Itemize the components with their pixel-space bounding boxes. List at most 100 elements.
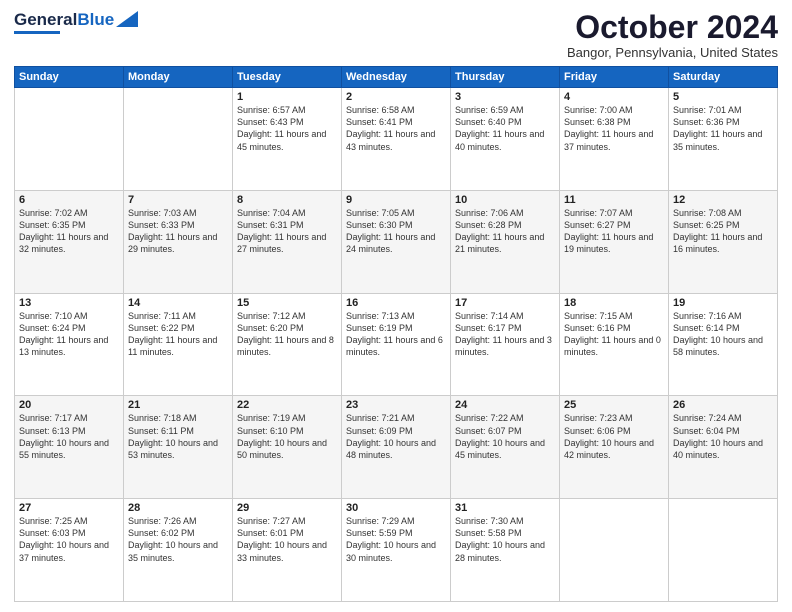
cell-day-number: 24 xyxy=(455,399,555,411)
cell-info: Sunrise: 7:14 AMSunset: 6:17 PMDaylight:… xyxy=(455,310,555,359)
cell-day-number: 17 xyxy=(455,297,555,309)
cell-day-number: 23 xyxy=(346,399,446,411)
cell-info: Sunrise: 7:30 AMSunset: 5:58 PMDaylight:… xyxy=(455,515,555,564)
col-saturday: Saturday xyxy=(669,67,778,88)
cell-day-number: 11 xyxy=(564,194,664,206)
calendar-cell-w1-d7: 5Sunrise: 7:01 AMSunset: 6:36 PMDaylight… xyxy=(669,88,778,191)
calendar-cell-w1-d5: 3Sunrise: 6:59 AMSunset: 6:40 PMDaylight… xyxy=(451,88,560,191)
calendar-cell-w2-d2: 7Sunrise: 7:03 AMSunset: 6:33 PMDaylight… xyxy=(124,190,233,293)
calendar-table: Sunday Monday Tuesday Wednesday Thursday… xyxy=(14,66,778,602)
cell-info: Sunrise: 7:26 AMSunset: 6:02 PMDaylight:… xyxy=(128,515,228,564)
calendar-cell-w1-d4: 2Sunrise: 6:58 AMSunset: 6:41 PMDaylight… xyxy=(342,88,451,191)
cell-day-number: 19 xyxy=(673,297,773,309)
calendar-cell-w4-d5: 24Sunrise: 7:22 AMSunset: 6:07 PMDayligh… xyxy=(451,396,560,499)
calendar-cell-w5-d2: 28Sunrise: 7:26 AMSunset: 6:02 PMDayligh… xyxy=(124,499,233,602)
cell-info: Sunrise: 6:59 AMSunset: 6:40 PMDaylight:… xyxy=(455,104,555,153)
col-friday: Friday xyxy=(560,67,669,88)
cell-day-number: 6 xyxy=(19,194,119,206)
month-title: October 2024 xyxy=(567,10,778,45)
header: General Blue October 2024 Bangor, Pennsy… xyxy=(14,10,778,60)
cell-day-number: 9 xyxy=(346,194,446,206)
calendar-cell-w3-d2: 14Sunrise: 7:11 AMSunset: 6:22 PMDayligh… xyxy=(124,293,233,396)
cell-info: Sunrise: 7:00 AMSunset: 6:38 PMDaylight:… xyxy=(564,104,664,153)
calendar-cell-w4-d4: 23Sunrise: 7:21 AMSunset: 6:09 PMDayligh… xyxy=(342,396,451,499)
calendar-cell-w2-d6: 11Sunrise: 7:07 AMSunset: 6:27 PMDayligh… xyxy=(560,190,669,293)
cell-info: Sunrise: 7:08 AMSunset: 6:25 PMDaylight:… xyxy=(673,207,773,256)
cell-day-number: 28 xyxy=(128,502,228,514)
cell-day-number: 25 xyxy=(564,399,664,411)
cell-day-number: 8 xyxy=(237,194,337,206)
logo-general: General xyxy=(14,10,77,30)
cell-day-number: 26 xyxy=(673,399,773,411)
calendar-cell-w5-d1: 27Sunrise: 7:25 AMSunset: 6:03 PMDayligh… xyxy=(15,499,124,602)
calendar-cell-w3-d4: 16Sunrise: 7:13 AMSunset: 6:19 PMDayligh… xyxy=(342,293,451,396)
calendar-cell-w5-d7 xyxy=(669,499,778,602)
cell-info: Sunrise: 7:19 AMSunset: 6:10 PMDaylight:… xyxy=(237,412,337,461)
cell-day-number: 2 xyxy=(346,91,446,103)
cell-day-number: 30 xyxy=(346,502,446,514)
cell-day-number: 18 xyxy=(564,297,664,309)
calendar-week-1: 1Sunrise: 6:57 AMSunset: 6:43 PMDaylight… xyxy=(15,88,778,191)
cell-info: Sunrise: 7:01 AMSunset: 6:36 PMDaylight:… xyxy=(673,104,773,153)
cell-info: Sunrise: 7:03 AMSunset: 6:33 PMDaylight:… xyxy=(128,207,228,256)
cell-day-number: 21 xyxy=(128,399,228,411)
calendar-cell-w2-d1: 6Sunrise: 7:02 AMSunset: 6:35 PMDaylight… xyxy=(15,190,124,293)
cell-day-number: 4 xyxy=(564,91,664,103)
calendar-cell-w1-d3: 1Sunrise: 6:57 AMSunset: 6:43 PMDaylight… xyxy=(233,88,342,191)
cell-info: Sunrise: 7:16 AMSunset: 6:14 PMDaylight:… xyxy=(673,310,773,359)
cell-info: Sunrise: 7:05 AMSunset: 6:30 PMDaylight:… xyxy=(346,207,446,256)
cell-info: Sunrise: 7:17 AMSunset: 6:13 PMDaylight:… xyxy=(19,412,119,461)
cell-day-number: 13 xyxy=(19,297,119,309)
calendar-cell-w2-d4: 9Sunrise: 7:05 AMSunset: 6:30 PMDaylight… xyxy=(342,190,451,293)
cell-day-number: 14 xyxy=(128,297,228,309)
cell-info: Sunrise: 7:04 AMSunset: 6:31 PMDaylight:… xyxy=(237,207,337,256)
col-wednesday: Wednesday xyxy=(342,67,451,88)
calendar-cell-w5-d6 xyxy=(560,499,669,602)
calendar-week-4: 20Sunrise: 7:17 AMSunset: 6:13 PMDayligh… xyxy=(15,396,778,499)
cell-info: Sunrise: 7:02 AMSunset: 6:35 PMDaylight:… xyxy=(19,207,119,256)
cell-info: Sunrise: 7:23 AMSunset: 6:06 PMDaylight:… xyxy=(564,412,664,461)
cell-info: Sunrise: 7:25 AMSunset: 6:03 PMDaylight:… xyxy=(19,515,119,564)
cell-day-number: 20 xyxy=(19,399,119,411)
col-thursday: Thursday xyxy=(451,67,560,88)
location: Bangor, Pennsylvania, United States xyxy=(567,45,778,60)
calendar-cell-w5-d5: 31Sunrise: 7:30 AMSunset: 5:58 PMDayligh… xyxy=(451,499,560,602)
calendar-week-5: 27Sunrise: 7:25 AMSunset: 6:03 PMDayligh… xyxy=(15,499,778,602)
logo-underline xyxy=(14,31,60,34)
calendar-week-3: 13Sunrise: 7:10 AMSunset: 6:24 PMDayligh… xyxy=(15,293,778,396)
cell-info: Sunrise: 6:57 AMSunset: 6:43 PMDaylight:… xyxy=(237,104,337,153)
calendar-cell-w3-d5: 17Sunrise: 7:14 AMSunset: 6:17 PMDayligh… xyxy=(451,293,560,396)
col-tuesday: Tuesday xyxy=(233,67,342,88)
calendar-cell-w3-d3: 15Sunrise: 7:12 AMSunset: 6:20 PMDayligh… xyxy=(233,293,342,396)
title-block: October 2024 Bangor, Pennsylvania, Unite… xyxy=(567,10,778,60)
calendar-cell-w4-d6: 25Sunrise: 7:23 AMSunset: 6:06 PMDayligh… xyxy=(560,396,669,499)
cell-day-number: 10 xyxy=(455,194,555,206)
col-monday: Monday xyxy=(124,67,233,88)
cell-day-number: 29 xyxy=(237,502,337,514)
cell-day-number: 15 xyxy=(237,297,337,309)
logo-icon xyxy=(116,11,138,27)
cell-info: Sunrise: 7:12 AMSunset: 6:20 PMDaylight:… xyxy=(237,310,337,359)
calendar-cell-w1-d1 xyxy=(15,88,124,191)
calendar-cell-w4-d7: 26Sunrise: 7:24 AMSunset: 6:04 PMDayligh… xyxy=(669,396,778,499)
logo-blue: Blue xyxy=(77,10,114,30)
cell-day-number: 3 xyxy=(455,91,555,103)
calendar-cell-w3-d1: 13Sunrise: 7:10 AMSunset: 6:24 PMDayligh… xyxy=(15,293,124,396)
cell-day-number: 31 xyxy=(455,502,555,514)
cell-info: Sunrise: 7:24 AMSunset: 6:04 PMDaylight:… xyxy=(673,412,773,461)
calendar-cell-w3-d7: 19Sunrise: 7:16 AMSunset: 6:14 PMDayligh… xyxy=(669,293,778,396)
cell-info: Sunrise: 7:21 AMSunset: 6:09 PMDaylight:… xyxy=(346,412,446,461)
cell-info: Sunrise: 7:29 AMSunset: 5:59 PMDaylight:… xyxy=(346,515,446,564)
calendar-cell-w1-d6: 4Sunrise: 7:00 AMSunset: 6:38 PMDaylight… xyxy=(560,88,669,191)
calendar-cell-w1-d2 xyxy=(124,88,233,191)
calendar-cell-w3-d6: 18Sunrise: 7:15 AMSunset: 6:16 PMDayligh… xyxy=(560,293,669,396)
calendar-cell-w4-d3: 22Sunrise: 7:19 AMSunset: 6:10 PMDayligh… xyxy=(233,396,342,499)
cell-day-number: 27 xyxy=(19,502,119,514)
calendar-cell-w5-d4: 30Sunrise: 7:29 AMSunset: 5:59 PMDayligh… xyxy=(342,499,451,602)
cell-day-number: 22 xyxy=(237,399,337,411)
calendar-cell-w2-d5: 10Sunrise: 7:06 AMSunset: 6:28 PMDayligh… xyxy=(451,190,560,293)
cell-info: Sunrise: 7:10 AMSunset: 6:24 PMDaylight:… xyxy=(19,310,119,359)
logo: General Blue xyxy=(14,10,138,34)
calendar-cell-w2-d7: 12Sunrise: 7:08 AMSunset: 6:25 PMDayligh… xyxy=(669,190,778,293)
cell-info: Sunrise: 7:13 AMSunset: 6:19 PMDaylight:… xyxy=(346,310,446,359)
